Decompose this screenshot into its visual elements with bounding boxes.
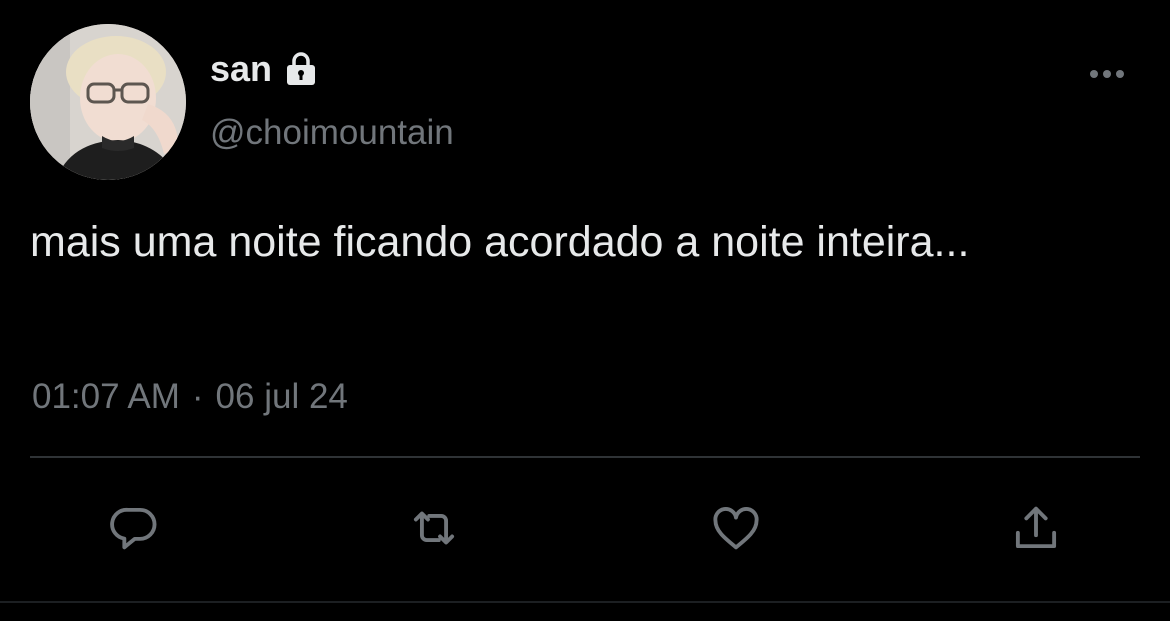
display-name[interactable]: san (210, 46, 272, 92)
tweet-date: 06 jul 24 (215, 377, 348, 416)
heart-icon (707, 499, 765, 562)
meta-separator: · (191, 377, 204, 416)
tweet-text: mais uma noite ficando acordado a noite … (30, 218, 970, 266)
reply-icon (105, 499, 163, 562)
retweet-button[interactable] (404, 500, 464, 560)
retweet-icon (405, 499, 463, 562)
divider (30, 456, 1140, 458)
more-options-icon[interactable] (1086, 62, 1128, 86)
share-icon (1007, 499, 1065, 562)
display-name-row: san (210, 46, 320, 92)
lock-icon (282, 50, 320, 88)
user-handle[interactable]: @choimountain (210, 110, 454, 156)
tweet-timestamp[interactable]: 01:07 AM · 06 jul 24 (32, 374, 348, 420)
avatar[interactable] (30, 24, 186, 180)
reply-button[interactable] (104, 500, 164, 560)
bottom-divider (0, 601, 1170, 603)
tweet-time: 01:07 AM (32, 377, 180, 416)
like-button[interactable] (706, 500, 766, 560)
share-button[interactable] (1006, 500, 1066, 560)
